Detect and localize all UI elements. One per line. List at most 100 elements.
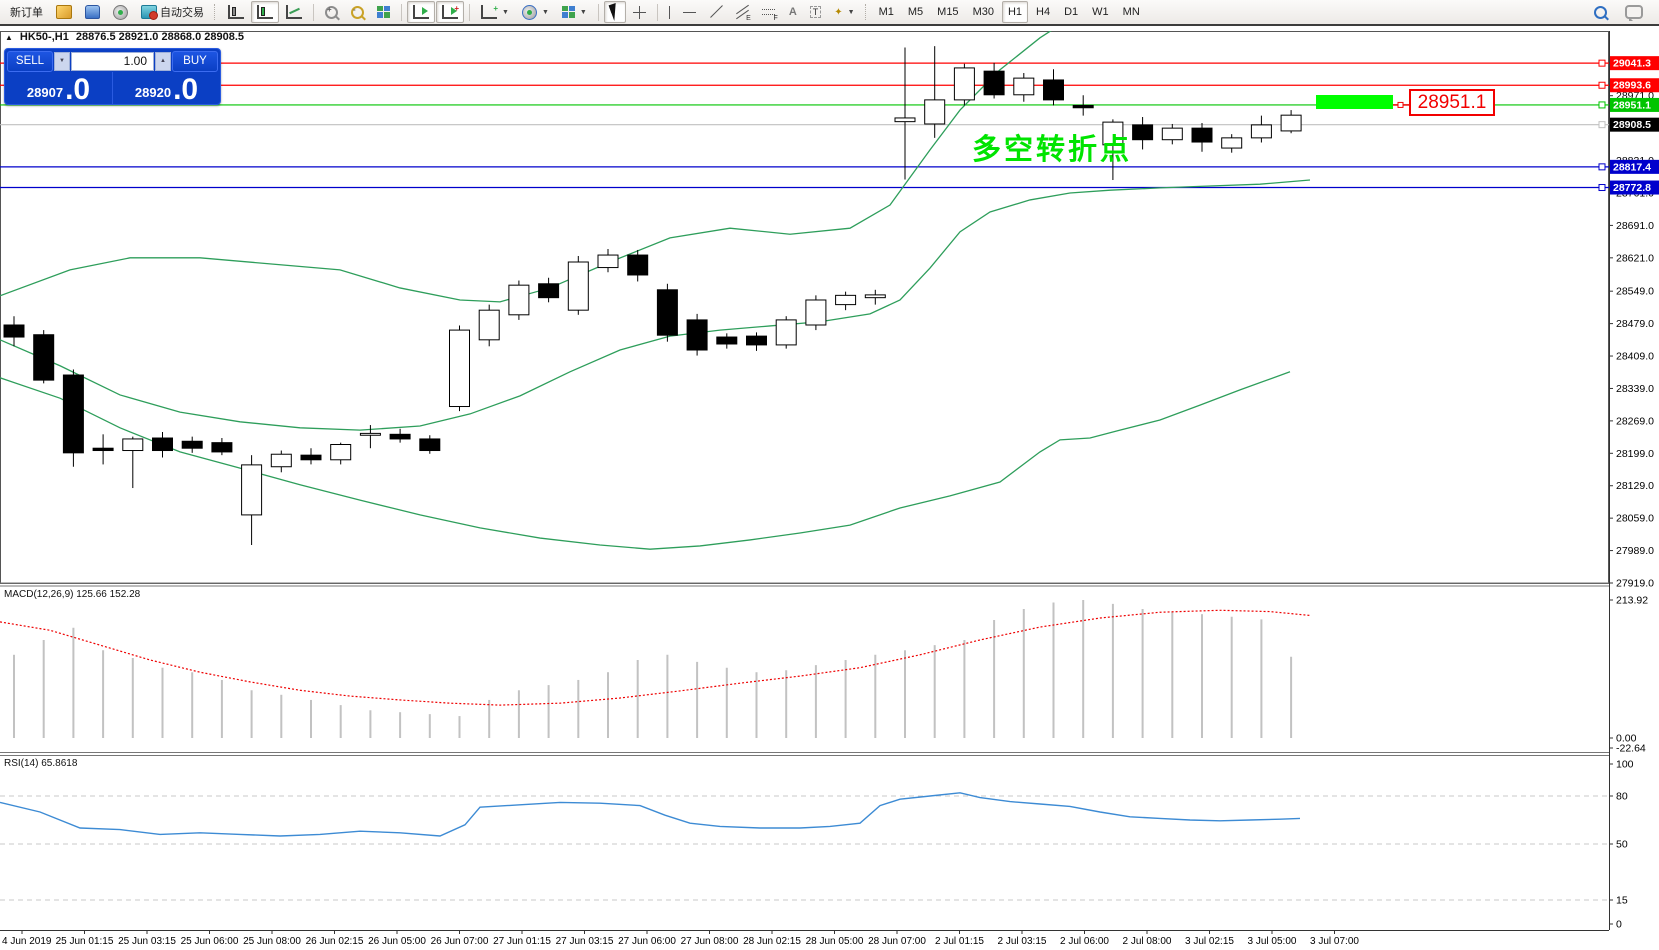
price-tick-label: 28691.0 [1616,220,1654,232]
timeframe-h1-button[interactable]: H1 [1002,1,1028,23]
volume-increase-button[interactable]: ▲ [155,52,171,71]
macd-name: MACD(12,26,9) [4,589,73,600]
cursor-button[interactable] [604,1,626,23]
indicators-button[interactable]: +▼ [475,1,515,23]
chart-shift-button[interactable]: + [436,1,464,23]
candle-bull [865,295,885,298]
zoom-in-button[interactable]: + [319,1,344,23]
vertical-line-button[interactable] [663,1,676,23]
timeframe-mn-button[interactable]: MN [1117,1,1146,23]
buy-button[interactable]: BUY [172,51,218,72]
time-axis-label: 25 Jun 01:15 [56,936,114,947]
candle-bear [420,439,440,451]
search-button[interactable] [1588,1,1613,23]
time-axis-label: 26 Jun 02:15 [306,936,364,947]
candlestick-chart-button[interactable] [251,1,279,23]
signals-button[interactable] [107,1,134,23]
signals-icon [113,5,128,20]
bar-chart-button[interactable] [222,1,250,23]
line-chart-button[interactable] [280,1,308,23]
collapse-triangle-icon[interactable]: ▲ [5,33,13,42]
candle-bear [539,284,559,298]
timeframe-m30-button[interactable]: M30 [967,1,1000,23]
zoom-out-icon: - [351,6,364,19]
price-tick-label: 28129.0 [1616,480,1654,492]
candle-bear [687,320,707,350]
price-tick-label: 28059.0 [1616,513,1654,525]
timeframe-m5-button[interactable]: M5 [902,1,929,23]
market-watch-icon [56,5,72,19]
timeframe-w1-button[interactable]: W1 [1086,1,1115,23]
tile-windows-button[interactable] [371,1,396,23]
sell-price-fraction: .0 [65,77,90,103]
volume-decrease-button[interactable]: ▼ [54,52,70,71]
toolbar-grip [214,4,218,20]
zoom-out-button[interactable]: - [345,1,370,23]
autotrading-icon [141,5,157,19]
time-axis-label: 27 Jun 06:00 [618,936,676,947]
accounts-button[interactable] [79,1,106,23]
toolbar: 新订单 自动交易 + - + +▼ ▼ ▼ E F A T ✦▼ M1M5M15… [0,0,1659,26]
tile-windows-icon [377,6,390,18]
volume-input[interactable]: 1.00 [71,52,154,71]
dropdown-arrow-icon: ▼ [848,9,855,16]
trendline-button[interactable] [703,1,728,23]
price-level-marker [1599,82,1605,88]
crosshair-button[interactable] [627,1,652,23]
text-label-button[interactable]: T [804,1,828,23]
chat-button[interactable] [1619,1,1649,23]
price-tick-label: 28479.0 [1616,318,1654,330]
buy-price[interactable]: 28920 .0 [113,72,220,105]
rsi-indicator-label: RSI(14) 65.8618 [4,758,77,769]
market-watch-button[interactable] [50,1,78,23]
green-zone-rectangle[interactable] [1316,95,1393,109]
line-chart-icon [286,5,302,19]
candle-bear [93,448,113,450]
price-tick-label: 28549.0 [1616,286,1654,298]
autotrading-button[interactable]: 自动交易 [135,1,210,23]
auto-scroll-button[interactable] [407,1,435,23]
candle-bear [984,71,1004,95]
equidistant-channel-button[interactable]: E [729,1,755,23]
price-tag-label: 28772.8 [1613,182,1651,194]
timeframe-d1-button[interactable]: D1 [1058,1,1084,23]
timeframe-h4-button[interactable]: H4 [1030,1,1056,23]
templates-button[interactable]: ▼ [556,1,593,23]
sell-button[interactable]: SELL [7,51,53,72]
toolbar-separator [469,4,470,21]
text-label-icon: T [810,6,822,18]
price-tag-label: 28993.6 [1613,80,1651,92]
candle-bull [123,439,143,451]
sell-price[interactable]: 28907 .0 [5,72,112,105]
new-order-button[interactable]: 新订单 [4,1,49,23]
chart-canvas[interactable]: 28971.028901.028831.028761.028691.028621… [0,0,1659,950]
candle-bear [212,443,232,452]
toolbar-separator [313,4,314,21]
candle-bear [301,455,321,460]
time-axis-label: 25 Jun 06:00 [181,936,239,947]
timeframe-m15-button[interactable]: M15 [931,1,964,23]
rsi-name: RSI(14) [4,758,38,769]
timeframe-group: M1M5M15M30H1H4D1W1MN [873,1,1146,23]
arrows-icon: ✦ [834,7,842,18]
candlestick-series [4,46,1301,545]
timeframe-m1-button[interactable]: M1 [873,1,900,23]
price-tag-label: 29041.3 [1613,58,1651,70]
crosshair-icon [633,6,646,19]
macd-values: 125.66 152.28 [76,589,140,600]
price-tag-label: 28817.4 [1613,161,1651,173]
text-button[interactable]: A [783,1,803,23]
macd-axis-label: -22.64 [1616,743,1646,755]
candle-bull [925,100,945,124]
rsi-axis-label: 50 [1616,839,1628,851]
fibonacci-button[interactable]: F [756,1,782,23]
arrows-button[interactable]: ✦▼ [828,1,860,23]
candle-bull [598,255,618,268]
toolbar-separator [401,4,402,21]
horizontal-line-button[interactable] [677,1,702,23]
time-axis-label: 26 Jun 07:00 [431,936,489,947]
price-callout-label[interactable]: 28951.1 [1409,89,1495,116]
rsi-axis-label: 100 [1616,759,1634,771]
chart-annotation-text[interactable]: 多空转折点 [972,126,1132,168]
periods-button[interactable]: ▼ [516,1,555,23]
